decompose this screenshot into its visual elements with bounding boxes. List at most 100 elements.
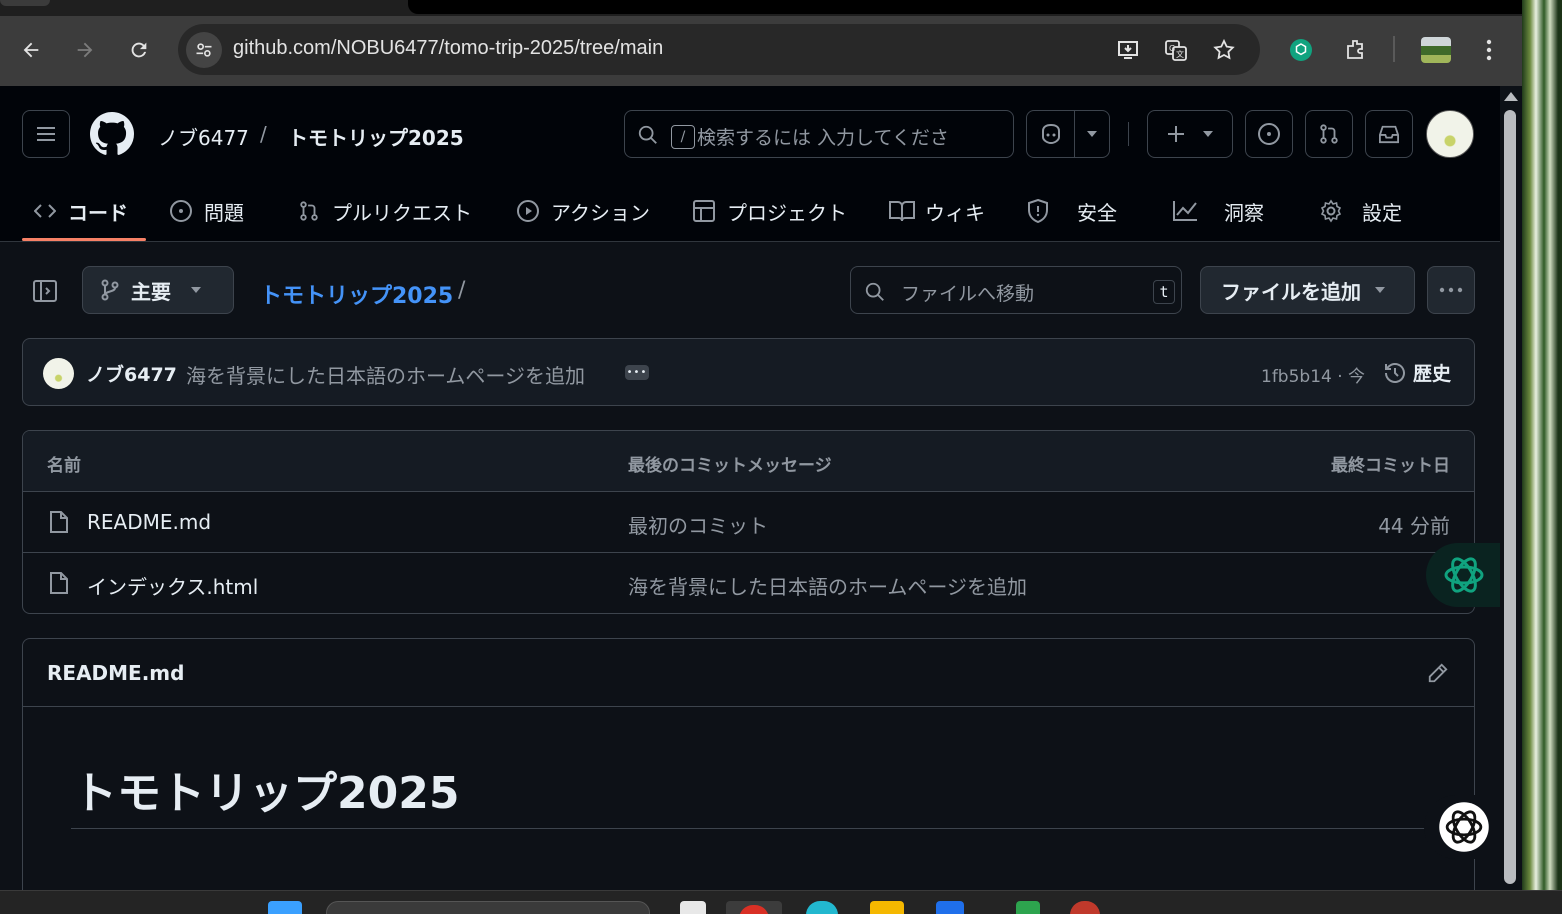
expand-commit-button[interactable]: •••	[625, 365, 649, 380]
breadcrumb-repo-link[interactable]: トモトリップ2025	[260, 278, 453, 310]
history-label: 歴史	[1413, 363, 1452, 385]
more-options-icon[interactable]	[1427, 266, 1475, 314]
tab-insights[interactable]: 洞察	[1172, 192, 1264, 230]
readme-divider	[71, 828, 1431, 829]
commit-author-avatar[interactable]	[43, 358, 74, 389]
taskbar-app-icon[interactable]	[1016, 901, 1040, 914]
file-commit-message[interactable]: 最初のコミット	[628, 510, 768, 539]
toolbar-divider	[1393, 36, 1395, 62]
github-logo-icon[interactable]	[90, 112, 134, 156]
go-to-file-input[interactable]: ファイルへ移動 t	[850, 266, 1182, 314]
tab-wiki[interactable]: ウィキ	[889, 192, 985, 230]
forward-icon[interactable]	[69, 34, 101, 66]
graph-icon	[1172, 198, 1198, 224]
sidebar-toggle-icon[interactable]	[32, 278, 60, 304]
file-name-link[interactable]: インデックス.html	[87, 571, 258, 600]
user-avatar[interactable]	[1426, 110, 1474, 158]
scroll-thumb[interactable]	[1504, 110, 1516, 884]
site-settings-icon[interactable]	[186, 32, 222, 68]
chevron-down-icon	[191, 287, 201, 293]
tab-label: プルリクエスト	[332, 200, 472, 225]
tabstrip-background	[408, 0, 1522, 14]
tab-code[interactable]: コード	[32, 192, 128, 230]
translate-icon[interactable]: G文	[1162, 36, 1190, 64]
taskbar-folder-icon[interactable]	[870, 901, 904, 914]
taskbar-app-icon[interactable]	[936, 901, 964, 914]
openai-floating-button[interactable]	[1424, 795, 1504, 859]
file-toolbar: 主要 トモトリップ2025 / ファイルへ移動 t ファイルを追加	[0, 262, 1500, 318]
start-icon[interactable]	[268, 901, 302, 914]
back-icon[interactable]	[15, 34, 47, 66]
taskbar-app-icon[interactable]	[1070, 901, 1100, 914]
tab-projects[interactable]: プロジェクト	[691, 192, 847, 230]
commit-author[interactable]: ノブ6477	[86, 360, 177, 387]
plus-icon	[1168, 126, 1184, 142]
tab-label: コード	[68, 200, 128, 225]
copilot-button[interactable]	[1026, 110, 1110, 158]
breadcrumb-separator: /	[260, 122, 267, 146]
taskbar-search[interactable]	[326, 901, 650, 914]
search-icon	[638, 125, 657, 144]
add-file-button[interactable]: ファイルを追加	[1200, 266, 1415, 314]
pull-requests-icon[interactable]	[1305, 110, 1353, 158]
scroll-up-arrow[interactable]	[1504, 92, 1518, 101]
pull-request-icon	[296, 198, 322, 224]
pencil-edit-icon[interactable]	[1424, 659, 1452, 687]
url-text[interactable]: github.com/NOBU6477/tomo-trip-2025/tree/…	[233, 37, 663, 60]
file-icon	[50, 511, 68, 533]
commit-message[interactable]: 海を背景にした日本語のホームページを追加	[186, 360, 585, 389]
create-new-button[interactable]	[1147, 110, 1233, 158]
table-icon	[691, 198, 717, 224]
commit-hash-time[interactable]: 1fb5b14 · 今	[1261, 362, 1365, 387]
issues-icon[interactable]	[1245, 110, 1293, 158]
reload-icon[interactable]	[123, 34, 155, 66]
desktop-wallpaper	[1522, 0, 1562, 914]
file-name-link[interactable]: README.md	[87, 510, 211, 534]
history-button[interactable]: 歴史	[1383, 359, 1451, 386]
chatgpt-extension-icon[interactable]	[1285, 34, 1317, 66]
tab-security[interactable]: 安全	[1025, 192, 1117, 230]
chevron-down-icon	[1375, 287, 1385, 293]
kebab-menu-icon[interactable]	[1473, 34, 1505, 66]
table-row[interactable]: インデックス.html 海を背景にした日本語のホームページを追加	[23, 553, 1474, 613]
profile-avatar[interactable]	[1420, 34, 1452, 66]
chevron-down-icon	[1203, 131, 1213, 137]
history-icon	[1385, 362, 1405, 383]
address-bar[interactable]: github.com/NOBU6477/tomo-trip-2025/tree/…	[178, 24, 1260, 75]
go-to-file-shortcut: t	[1153, 280, 1175, 304]
tab-label: 安全	[1077, 200, 1117, 225]
taskbar-app-icon[interactable]	[680, 901, 706, 914]
copilot-icon[interactable]	[1027, 111, 1075, 157]
tab-label: 洞察	[1224, 200, 1264, 225]
table-row[interactable]: README.md 最初のコミット 44 分前	[23, 492, 1474, 553]
global-search-input[interactable]: / 検索するには 入力してくださ	[624, 110, 1014, 158]
browser-tab[interactable]	[0, 0, 50, 6]
chatgpt-floating-button[interactable]	[1426, 543, 1502, 607]
tab-issues[interactable]: 問題	[168, 192, 244, 230]
branch-selector[interactable]: 主要	[82, 266, 234, 314]
file-table-header: 名前 最後のコミットメッセージ 最終コミット日	[23, 431, 1474, 492]
taskbar-chrome-icon[interactable]	[726, 901, 782, 914]
tab-label: プロジェクト	[727, 200, 847, 225]
file-commit-message[interactable]: 海を背景にした日本語のホームページを追加	[628, 571, 1027, 600]
install-app-icon[interactable]	[1114, 36, 1142, 64]
search-shortcut-key: /	[671, 125, 695, 149]
tab-actions[interactable]: アクション	[515, 192, 650, 230]
chevron-down-icon[interactable]	[1075, 131, 1109, 137]
tab-pull-requests[interactable]: プルリクエスト	[296, 192, 472, 230]
repo-name-link[interactable]: トモトリップ2025	[288, 122, 464, 151]
page-scrollbar[interactable]	[1500, 86, 1522, 890]
readme-panel: README.md トモトリップ2025	[22, 638, 1475, 898]
chatgpt-icon	[1444, 557, 1484, 593]
tab-label: 設定	[1362, 200, 1402, 225]
tab-settings[interactable]: 設定	[1318, 192, 1402, 230]
tab-label: 問題	[204, 200, 244, 225]
repo-nav: コード 問題 プルリクエスト アクション プロジェクト ウィキ 安全 洞察 設定	[0, 180, 1500, 242]
extensions-icon[interactable]	[1340, 34, 1372, 66]
repo-owner-link[interactable]: ノブ6477	[158, 122, 249, 151]
bookmark-star-icon[interactable]	[1210, 36, 1238, 64]
hamburger-menu-icon[interactable]	[22, 110, 70, 158]
taskbar-app-icon[interactable]	[806, 901, 838, 914]
inbox-icon[interactable]	[1365, 110, 1413, 158]
readme-filename[interactable]: README.md	[47, 661, 184, 685]
